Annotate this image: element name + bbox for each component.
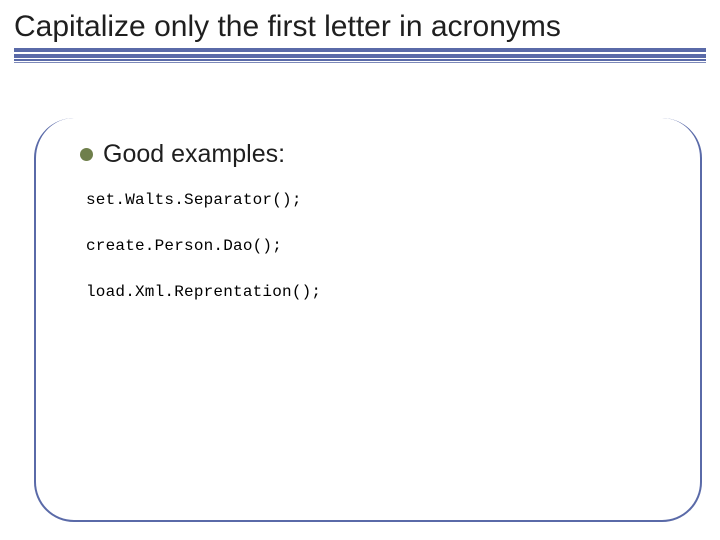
bullet-icon bbox=[80, 148, 93, 161]
code-example-3: load.Xml.Reprentation(); bbox=[86, 283, 672, 301]
slide-title: Capitalize only the first letter in acro… bbox=[14, 8, 706, 46]
code-example-1: set.Walts.Separator(); bbox=[86, 191, 672, 209]
code-example-2: create.Person.Dao(); bbox=[86, 237, 672, 255]
title-underline bbox=[14, 48, 706, 63]
bullet-label: Good examples: bbox=[103, 140, 285, 169]
bullet-item: Good examples: bbox=[80, 140, 672, 169]
content-box: Good examples: set.Walts.Separator(); cr… bbox=[34, 118, 702, 522]
title-block: Capitalize only the first letter in acro… bbox=[0, 0, 720, 63]
